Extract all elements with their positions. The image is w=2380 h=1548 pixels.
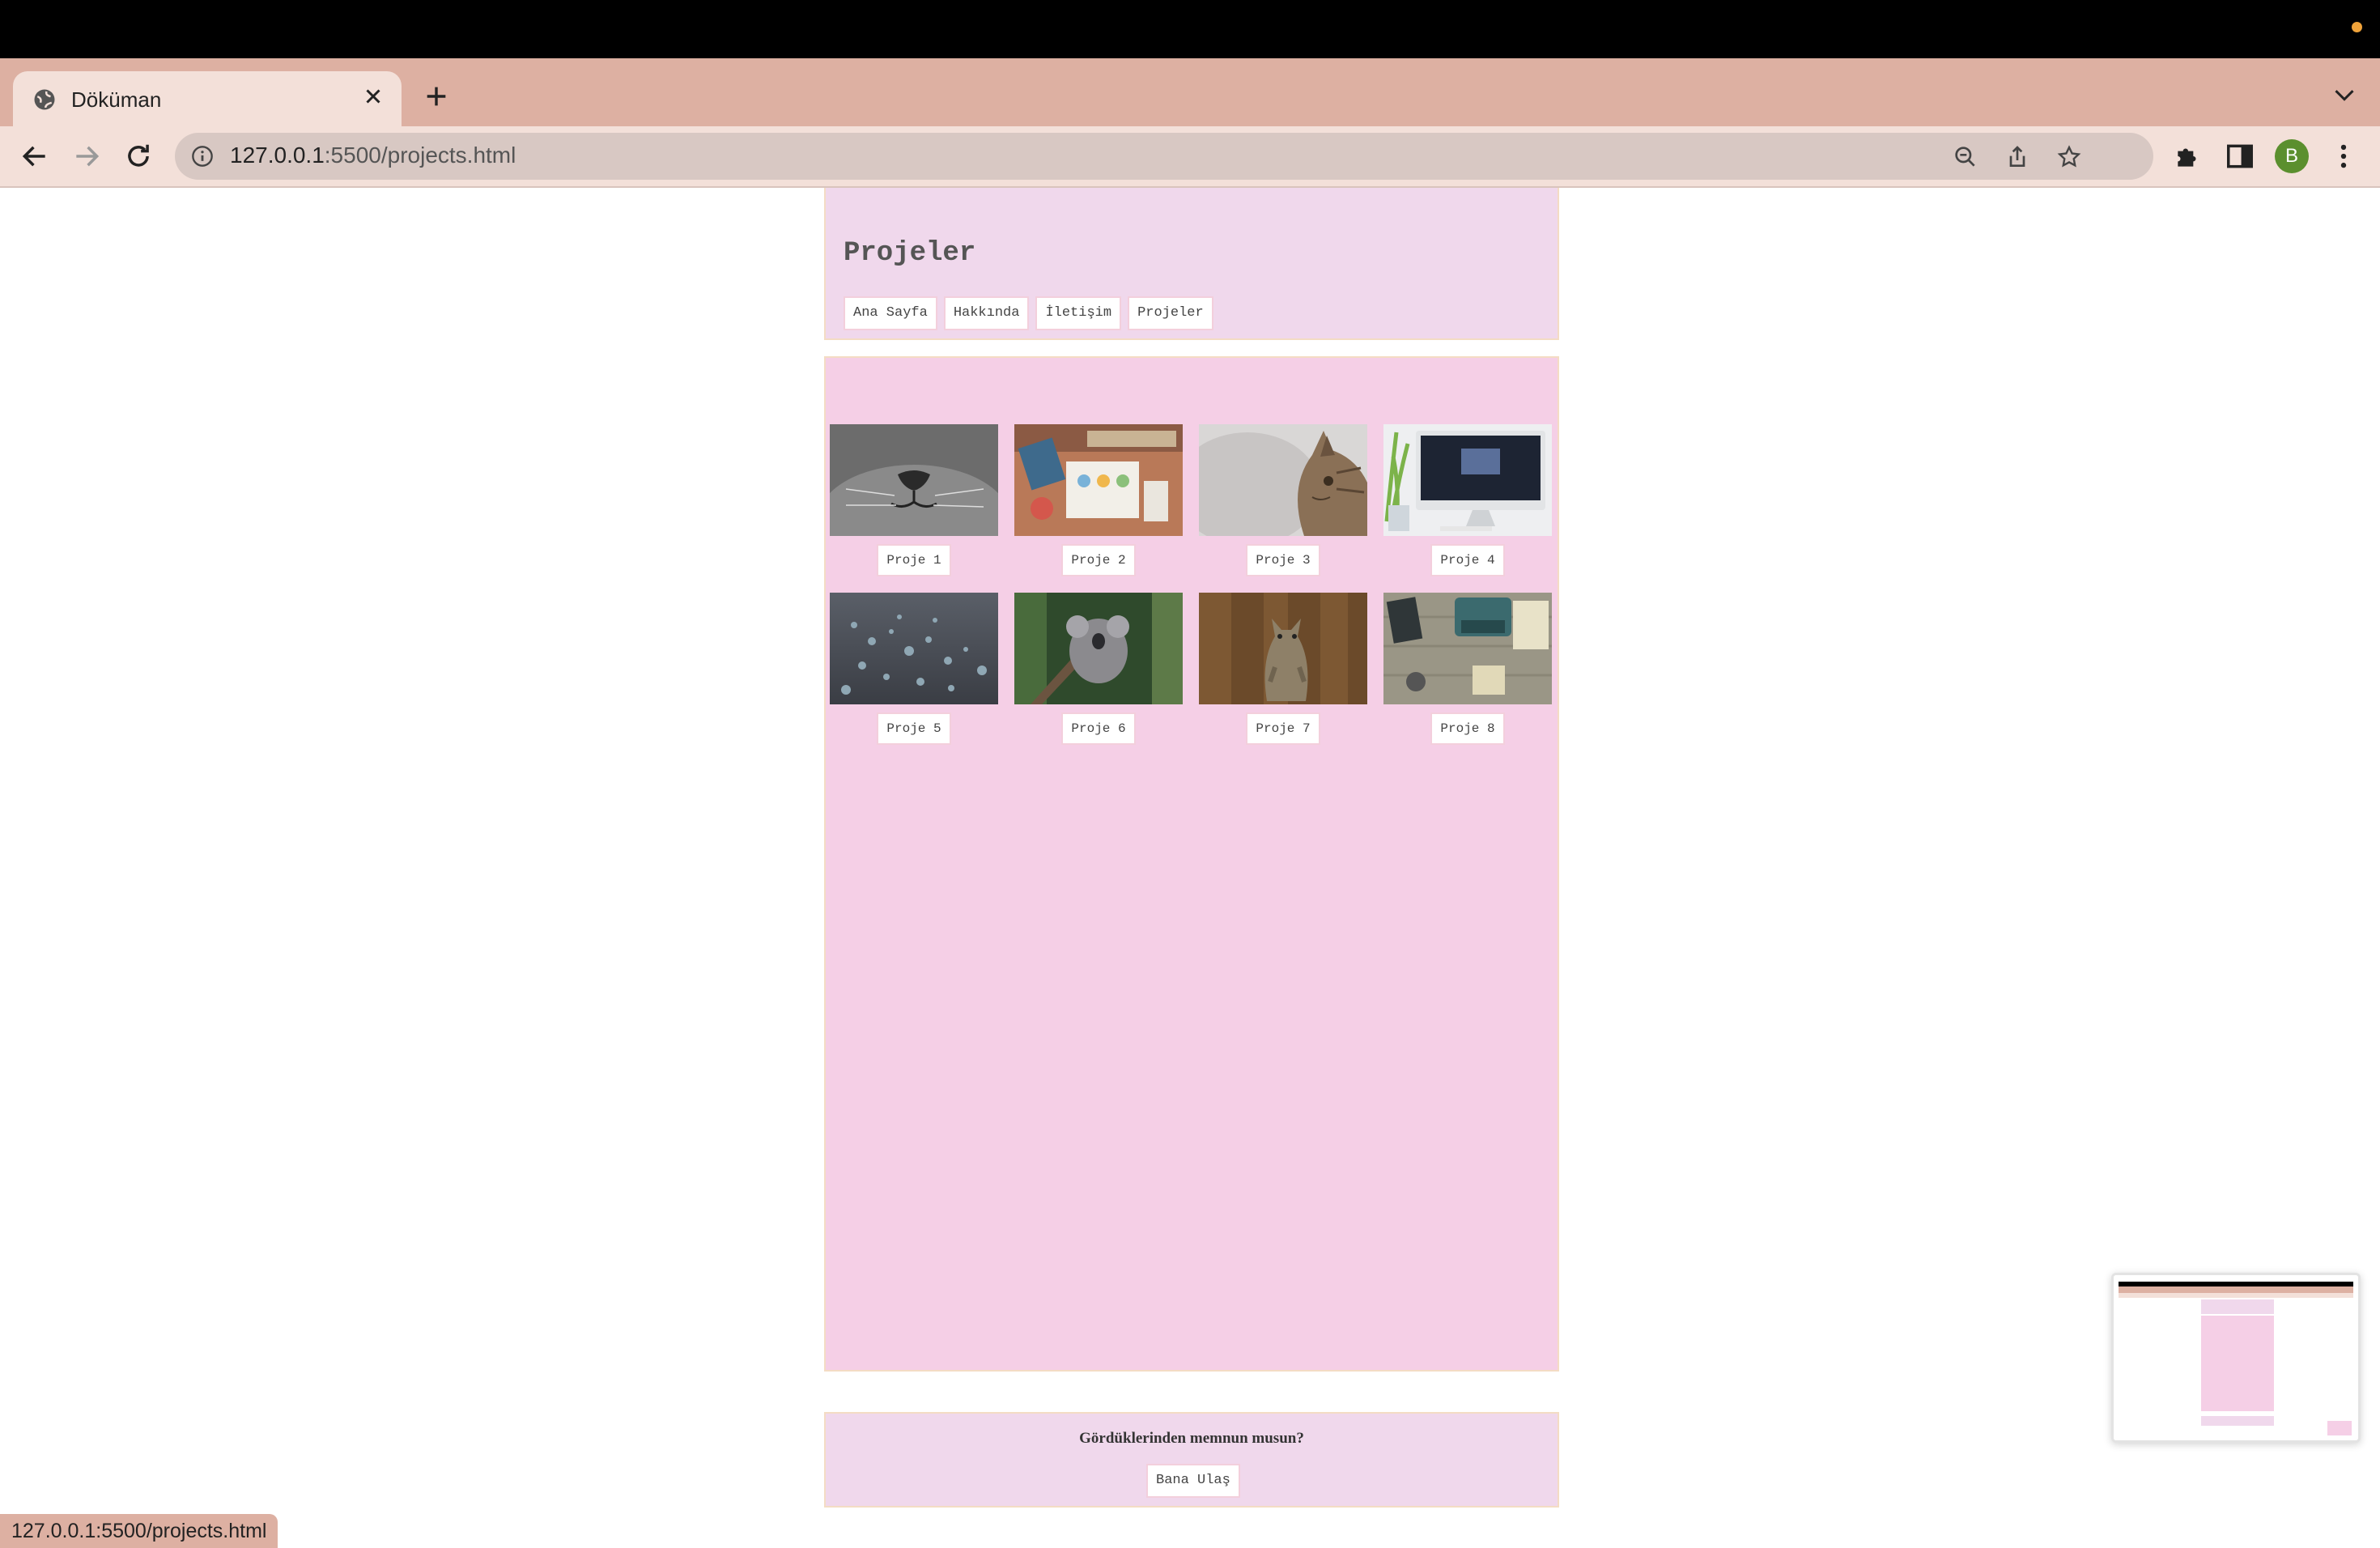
project-label[interactable]: Proje 7 (1246, 712, 1320, 745)
footer-question: Gördüklerinden memnun musun? (1079, 1430, 1304, 1447)
address-bar[interactable]: 127.0.0.1:5500/projects.html (175, 133, 2153, 180)
os-menu-bar (0, 0, 2380, 58)
project-label[interactable]: Proje 3 (1246, 544, 1320, 576)
url-text[interactable]: 127.0.0.1:5500/projects.html (230, 142, 516, 168)
project-image-koala[interactable] (1014, 593, 1183, 704)
site-nav: Ana Sayfa Hakkında İletişim Projeler (844, 296, 1213, 330)
project-image-typewriter[interactable] (1383, 593, 1552, 704)
share-icon[interactable] (2004, 144, 2030, 170)
project-label[interactable]: Proje 5 (877, 712, 951, 745)
nav-link-home[interactable]: Ana Sayfa (844, 296, 937, 330)
nav-link-contact[interactable]: İletişim (1035, 296, 1122, 330)
chevron-down-icon[interactable] (2333, 87, 2356, 104)
project-image-tabby-cat[interactable] (1199, 424, 1367, 536)
project-card[interactable]: Proje 4 (1383, 424, 1552, 576)
project-label[interactable]: Proje 4 (1430, 544, 1505, 576)
project-card[interactable]: Proje 5 (830, 593, 998, 745)
project-card[interactable]: Proje 8 (1383, 593, 1552, 745)
project-image-water-drops[interactable] (830, 593, 998, 704)
site-footer: Gördüklerinden memnun musun? Bana Ulaş (824, 1412, 1559, 1508)
extensions-puzzle-icon[interactable] (2173, 141, 2204, 172)
forward-arrow-icon[interactable] (71, 141, 102, 172)
project-card[interactable]: Proje 6 (1014, 593, 1183, 745)
screenshot-thumbnail-preview[interactable] (2111, 1273, 2361, 1443)
project-card[interactable]: Proje 2 (1014, 424, 1183, 576)
project-label[interactable]: Proje 2 (1061, 544, 1136, 576)
page-title: Projeler (844, 238, 976, 269)
project-card[interactable]: Proje 7 (1199, 593, 1367, 745)
browser-tab-strip: Döküman (0, 58, 2380, 126)
info-icon[interactable] (191, 145, 214, 168)
site-header: Projeler Ana Sayfa Hakkında İletişim Pro… (824, 188, 1559, 340)
browser-toolbar: 127.0.0.1:5500/projects.html B (0, 126, 2380, 188)
contact-me-button[interactable]: Bana Ulaş (1146, 1464, 1240, 1498)
globe-icon (34, 89, 55, 110)
notification-dot-icon (2352, 22, 2362, 32)
bookmark-star-icon[interactable] (2056, 144, 2082, 170)
projects-section: Proje 1 Proje 2 Proje 3 Proje 4 Proje 5 … (824, 356, 1559, 1372)
profile-avatar[interactable]: B (2275, 139, 2309, 173)
projects-grid: Proje 1 Proje 2 Proje 3 Proje 4 Proje 5 … (830, 424, 1553, 745)
side-panel-icon[interactable] (2225, 141, 2255, 172)
new-tab-icon[interactable] (423, 83, 450, 110)
nav-link-about[interactable]: Hakkında (943, 296, 1030, 330)
project-label[interactable]: Proje 8 (1430, 712, 1505, 745)
tab-active[interactable]: Döküman (13, 71, 402, 126)
project-card[interactable]: Proje 1 (830, 424, 998, 576)
project-card[interactable]: Proje 3 (1199, 424, 1367, 576)
zoom-out-icon[interactable] (1953, 144, 1978, 170)
project-image-standing-cat[interactable] (1199, 593, 1367, 704)
close-icon[interactable] (361, 84, 385, 108)
project-image-desk[interactable] (1014, 424, 1183, 536)
reload-icon[interactable] (123, 141, 154, 172)
nav-link-projects[interactable]: Projeler (1128, 296, 1213, 330)
project-image-cat-nose[interactable] (830, 424, 998, 536)
project-label[interactable]: Proje 1 (877, 544, 951, 576)
project-image-imac[interactable] (1383, 424, 1552, 536)
link-status-bubble: 127.0.0.1:5500/projects.html (0, 1514, 278, 1548)
more-menu-icon[interactable] (2328, 141, 2359, 172)
tab-title: Döküman (71, 87, 162, 112)
back-arrow-icon[interactable] (19, 141, 50, 172)
project-label[interactable]: Proje 6 (1061, 712, 1136, 745)
